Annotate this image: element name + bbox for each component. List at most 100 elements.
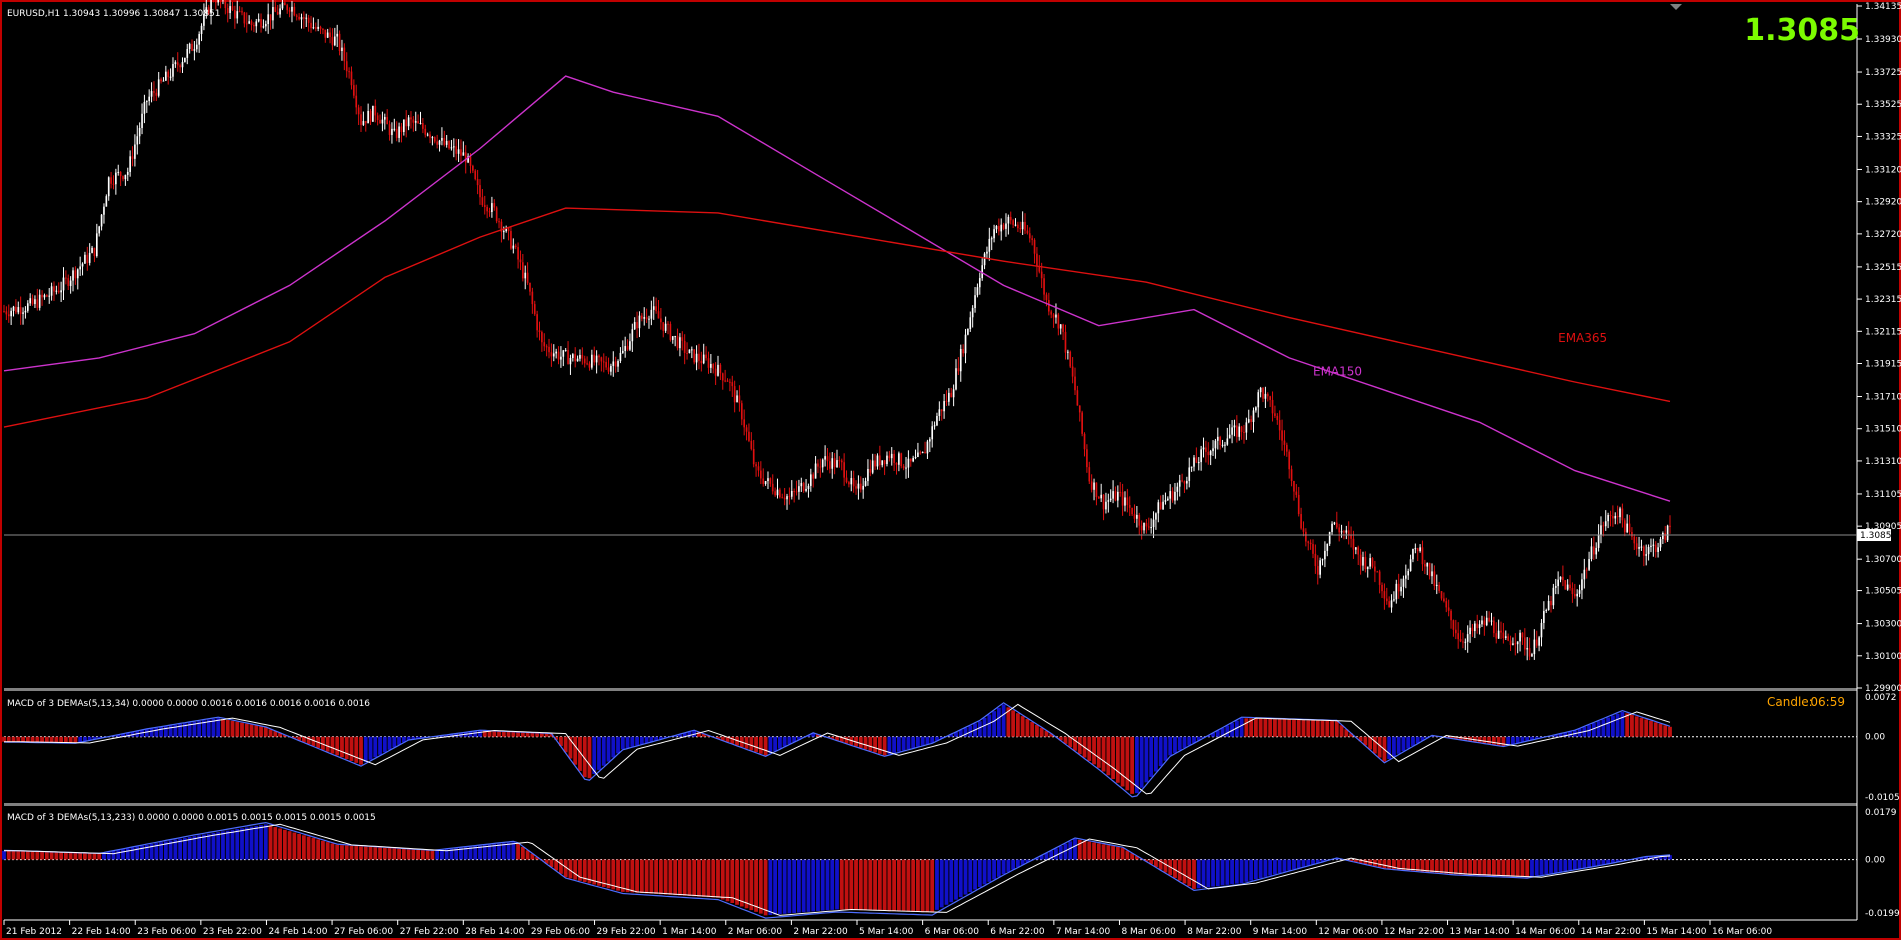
candle-body bbox=[1188, 467, 1191, 481]
candle-body bbox=[1428, 562, 1431, 577]
candle-body bbox=[736, 395, 738, 403]
candle-body bbox=[876, 455, 879, 467]
candle-body bbox=[1488, 617, 1490, 622]
candle-body bbox=[1007, 216, 1010, 224]
candle-body bbox=[1564, 580, 1567, 590]
candle-body bbox=[879, 455, 881, 466]
candle-body bbox=[831, 458, 834, 469]
price-axis-label: 1.30100 bbox=[1865, 652, 1901, 662]
time-axis-label: 6 Mar 22:00 bbox=[990, 927, 1045, 937]
candle-body bbox=[1128, 505, 1131, 508]
time-axis-label: 21 Feb 2012 bbox=[6, 927, 62, 937]
candle-body bbox=[348, 71, 350, 73]
candle-body bbox=[988, 238, 991, 252]
candle-body bbox=[733, 386, 736, 403]
candle-body bbox=[633, 322, 636, 330]
candle-body bbox=[660, 318, 662, 323]
candle-body bbox=[469, 156, 472, 166]
candle-body bbox=[176, 62, 179, 66]
candle-body bbox=[610, 365, 612, 372]
candle-body bbox=[1174, 491, 1176, 501]
pane-separator-1[interactable] bbox=[4, 688, 1857, 691]
candle-body bbox=[1264, 393, 1267, 399]
candle-body bbox=[241, 11, 243, 13]
time-axis-label: 8 Mar 22:00 bbox=[1187, 927, 1242, 937]
candle-body bbox=[1654, 544, 1657, 553]
candle-body bbox=[41, 294, 43, 298]
candle-body bbox=[1578, 590, 1581, 594]
candle-body bbox=[593, 354, 596, 363]
candle-body bbox=[1288, 451, 1291, 470]
price-axis-label: 1.32720 bbox=[1865, 230, 1901, 240]
candle-body bbox=[1312, 544, 1314, 554]
candle-body bbox=[533, 304, 536, 315]
candle-body bbox=[1190, 466, 1193, 468]
candle-body bbox=[1271, 399, 1274, 414]
candle-body bbox=[281, 2, 284, 9]
candle-body bbox=[1302, 528, 1305, 532]
candle-body bbox=[1374, 566, 1376, 572]
candle-body bbox=[474, 170, 477, 180]
candle-body bbox=[526, 272, 529, 283]
candle-body bbox=[650, 309, 653, 319]
candle-body bbox=[738, 395, 741, 404]
candle-body bbox=[124, 174, 127, 180]
candle-body bbox=[1086, 449, 1088, 468]
candle-body bbox=[776, 489, 779, 496]
candle-body bbox=[1495, 633, 1498, 639]
candle-body bbox=[798, 486, 800, 492]
candle-body bbox=[1645, 554, 1648, 556]
candle-body bbox=[986, 251, 988, 254]
candle-body bbox=[524, 272, 527, 279]
candle-body bbox=[560, 356, 562, 360]
candle-body bbox=[57, 290, 60, 293]
candle-body bbox=[1062, 324, 1064, 332]
candle-body bbox=[1126, 497, 1129, 506]
candle-body bbox=[1183, 481, 1186, 484]
candle-body bbox=[1021, 221, 1024, 230]
candle-body bbox=[1459, 639, 1462, 642]
candle-body bbox=[809, 474, 812, 486]
candle-body bbox=[1557, 579, 1559, 587]
candle-body bbox=[1466, 634, 1469, 642]
candle-body bbox=[517, 247, 519, 260]
candle-body bbox=[543, 342, 546, 347]
candle-body bbox=[781, 497, 784, 499]
candle-body bbox=[719, 364, 722, 374]
candle-body bbox=[641, 315, 643, 319]
candle-body bbox=[1071, 366, 1074, 377]
time-axis-label: 5 Mar 14:00 bbox=[859, 927, 914, 937]
candle-body bbox=[1481, 620, 1483, 625]
candle-body bbox=[771, 483, 774, 492]
candle-body bbox=[1376, 571, 1379, 573]
chart-canvas[interactable]: 1.3085 EMA150 EMA365 EURUSD,H1 1.30943 1… bbox=[0, 0, 1901, 940]
candle-body bbox=[871, 460, 874, 473]
candle-body bbox=[393, 128, 396, 130]
candle-body bbox=[1493, 620, 1495, 634]
price-axis-label: 1.33525 bbox=[1865, 100, 1901, 110]
candle-body bbox=[1293, 480, 1295, 492]
candle-body bbox=[869, 469, 872, 473]
big-price-display: 1.3085 bbox=[1744, 13, 1860, 48]
candle-body bbox=[1152, 519, 1155, 528]
candle-body bbox=[105, 196, 108, 207]
candle-body bbox=[536, 314, 538, 331]
candle-body bbox=[1043, 278, 1045, 295]
candle-body bbox=[1076, 390, 1079, 406]
candle-body bbox=[529, 282, 531, 292]
candle-body bbox=[1238, 426, 1241, 437]
candle-body bbox=[705, 354, 707, 359]
candle-body bbox=[1040, 271, 1043, 279]
candle-body bbox=[1521, 632, 1524, 638]
candle-body bbox=[786, 496, 788, 500]
candle-body bbox=[433, 137, 436, 142]
candle-body bbox=[155, 92, 158, 96]
candle-body bbox=[1647, 546, 1650, 555]
price-axis-label: 1.31915 bbox=[1865, 360, 1901, 370]
shift-marker-icon[interactable] bbox=[1670, 4, 1682, 10]
candle-body bbox=[978, 278, 981, 288]
candle-body bbox=[600, 357, 603, 362]
pane-separator-2[interactable] bbox=[4, 803, 1857, 806]
candle-body bbox=[172, 64, 174, 77]
candle-body bbox=[122, 176, 124, 180]
